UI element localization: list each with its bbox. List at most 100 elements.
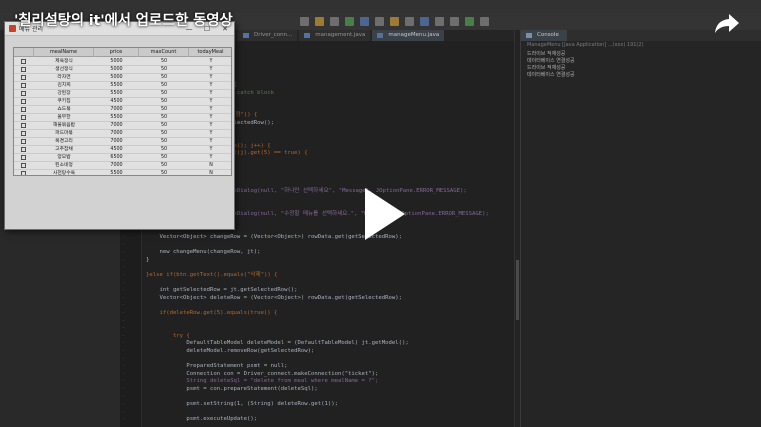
table-cell: 50 bbox=[160, 115, 168, 120]
console-panel: Console ManageMenu [Java Application] ..… bbox=[520, 30, 761, 427]
row-checkbox[interactable] bbox=[21, 75, 26, 80]
line-number-mark: · bbox=[122, 341, 125, 347]
share-arrow-icon[interactable] bbox=[714, 12, 740, 34]
table-cell: 해물볶음밥 bbox=[52, 123, 76, 128]
table-row[interactable]: 고추잡채 4500 50 Y bbox=[14, 146, 231, 154]
table-row[interactable]: 라자면 5000 50 Y bbox=[14, 74, 231, 82]
column-header[interactable]: maxCount bbox=[139, 48, 189, 57]
table-row[interactable]: 복경고리 7000 50 Y bbox=[14, 138, 231, 146]
code-line: psmt.executeUpdate(); bbox=[146, 416, 258, 423]
code-line: new changeMenu(changeRow, jt); bbox=[146, 249, 261, 256]
row-checkbox[interactable] bbox=[21, 83, 26, 88]
table-cell: 50 bbox=[160, 123, 168, 128]
row-checkbox[interactable] bbox=[21, 67, 26, 72]
table-cell: 50 bbox=[160, 171, 168, 176]
table-cell: 5500 bbox=[110, 83, 123, 88]
table-cell: 7000 bbox=[110, 123, 123, 128]
video-title: '칠리설탕의 it'에서 업로드한 동영상 bbox=[14, 13, 233, 29]
table-cell: 5500 bbox=[110, 171, 123, 176]
row-checkbox[interactable] bbox=[21, 115, 26, 120]
table-row[interactable]: 사천탕수육 5500 50 N bbox=[14, 170, 231, 176]
row-checkbox[interactable] bbox=[21, 99, 26, 104]
table-cell: 50 bbox=[160, 131, 168, 136]
table-row[interactable]: 해물볶음밥 7000 50 Y bbox=[14, 122, 231, 130]
editor-tab[interactable]: Driver_conn... bbox=[238, 30, 298, 41]
table-cell: 50 bbox=[160, 59, 168, 64]
line-number-mark: · bbox=[122, 409, 125, 415]
table-cell: Y bbox=[209, 131, 213, 136]
table-row[interactable]: 된소네정 7000 50 N bbox=[14, 162, 231, 170]
line-number-mark: · bbox=[122, 288, 125, 294]
table-cell: 볼무한 bbox=[57, 115, 71, 120]
table-cell: 5500 bbox=[110, 91, 123, 96]
table-cell: 50 bbox=[160, 107, 168, 112]
column-header[interactable]: mealName bbox=[34, 48, 94, 57]
editor-tab[interactable]: management.java bbox=[299, 30, 371, 41]
code-line: int getSelectedRow = jt.getSelectedRow()… bbox=[146, 287, 298, 294]
row-checkbox[interactable] bbox=[21, 107, 26, 112]
table-cell: 김치찌 bbox=[57, 83, 71, 88]
table-cell: 사천탕수육 bbox=[52, 171, 76, 176]
line-number-mark: · bbox=[122, 280, 125, 286]
table-row[interactable]: 김치찌 5500 50 Y bbox=[14, 82, 231, 90]
row-checkbox[interactable] bbox=[21, 131, 26, 136]
table-cell: 강된장 bbox=[57, 91, 71, 96]
table-cell: 50 bbox=[160, 83, 168, 88]
table-row[interactable]: 제육정식 5000 50 Y bbox=[14, 58, 231, 66]
line-number-mark: · bbox=[122, 394, 125, 400]
line-number-mark: · bbox=[122, 250, 125, 256]
row-checkbox[interactable] bbox=[21, 91, 26, 96]
table-cell: 7000 bbox=[110, 131, 123, 136]
table-cell: 50 bbox=[160, 163, 168, 168]
console-output-line: 드라이브 적재성공 bbox=[527, 51, 566, 57]
row-checkbox[interactable] bbox=[21, 163, 26, 168]
table-row[interactable]: 쿠키칩 4500 50 Y bbox=[14, 98, 231, 106]
table-row[interactable]: 볼무한 5500 50 Y bbox=[14, 114, 231, 122]
menu-management-window: 메뉴 관리 — ☐ ✕ mealName price maxCount todayMe… bbox=[4, 21, 235, 230]
column-header[interactable]: price bbox=[94, 48, 139, 57]
table-cell: Y bbox=[209, 67, 213, 72]
table-cell: 된소네정 bbox=[55, 163, 73, 168]
code-line: PreparedStatement psmt = null; bbox=[146, 363, 288, 370]
row-checkbox[interactable] bbox=[21, 155, 26, 160]
toolbar-button bbox=[465, 17, 474, 26]
editor-tab[interactable]: manageMenu.java bbox=[372, 30, 445, 41]
row-checkbox[interactable] bbox=[21, 171, 26, 175]
toolbar-button bbox=[480, 17, 489, 26]
table-row[interactable]: 생선정식 5000 50 Y bbox=[14, 66, 231, 74]
line-number-mark: · bbox=[122, 265, 125, 271]
row-checkbox[interactable] bbox=[21, 123, 26, 128]
line-number-mark: · bbox=[122, 356, 125, 362]
line-number-mark: · bbox=[122, 303, 125, 309]
console-output-line: 데이터베이스 연결성공 bbox=[527, 72, 575, 78]
table-cell: Y bbox=[209, 115, 213, 120]
code-line: deleteModel.removeRow(getSelectedRow); bbox=[146, 348, 315, 354]
table-cell: 50 bbox=[160, 75, 168, 80]
table-cell: 7000 bbox=[110, 107, 123, 112]
console-path: ManageMenu [Java Application] ...(xxx) 1… bbox=[527, 42, 644, 48]
table-cell: Y bbox=[209, 83, 213, 88]
line-number-mark: · bbox=[122, 326, 125, 332]
table-row[interactable]: 양모밥 6500 50 Y bbox=[14, 154, 231, 162]
table-cell: 50 bbox=[160, 67, 168, 72]
table-cell: Y bbox=[209, 123, 213, 128]
row-checkbox[interactable] bbox=[21, 59, 26, 64]
row-checkbox[interactable] bbox=[21, 147, 26, 152]
toolbar-button bbox=[300, 17, 309, 26]
table-row[interactable]: 쇼드볶 7000 50 Y bbox=[14, 106, 231, 114]
table-cell: 50 bbox=[160, 155, 168, 160]
code-line: if(deleteRow.get(5).equals(true)) { bbox=[146, 310, 278, 316]
table-cell: 50 bbox=[160, 139, 168, 144]
play-triangle-icon[interactable] bbox=[353, 186, 409, 242]
table-cell: 5500 bbox=[110, 115, 123, 120]
code-line: String deleteSql = "delete from meal whe… bbox=[146, 378, 379, 385]
row-checkbox[interactable] bbox=[21, 139, 26, 144]
table-cell: 제육정식 bbox=[55, 59, 73, 64]
table-row[interactable]: 강된장 5500 50 Y bbox=[14, 90, 231, 98]
column-header[interactable]: todayMeal bbox=[189, 48, 231, 57]
table-row[interactable]: 파드마볶 7000 50 Y bbox=[14, 130, 231, 138]
column-header[interactable] bbox=[14, 48, 34, 57]
code-line: try { bbox=[146, 332, 190, 339]
table-cell: 파드마볶 bbox=[55, 131, 73, 136]
line-number-mark: · bbox=[122, 295, 125, 301]
